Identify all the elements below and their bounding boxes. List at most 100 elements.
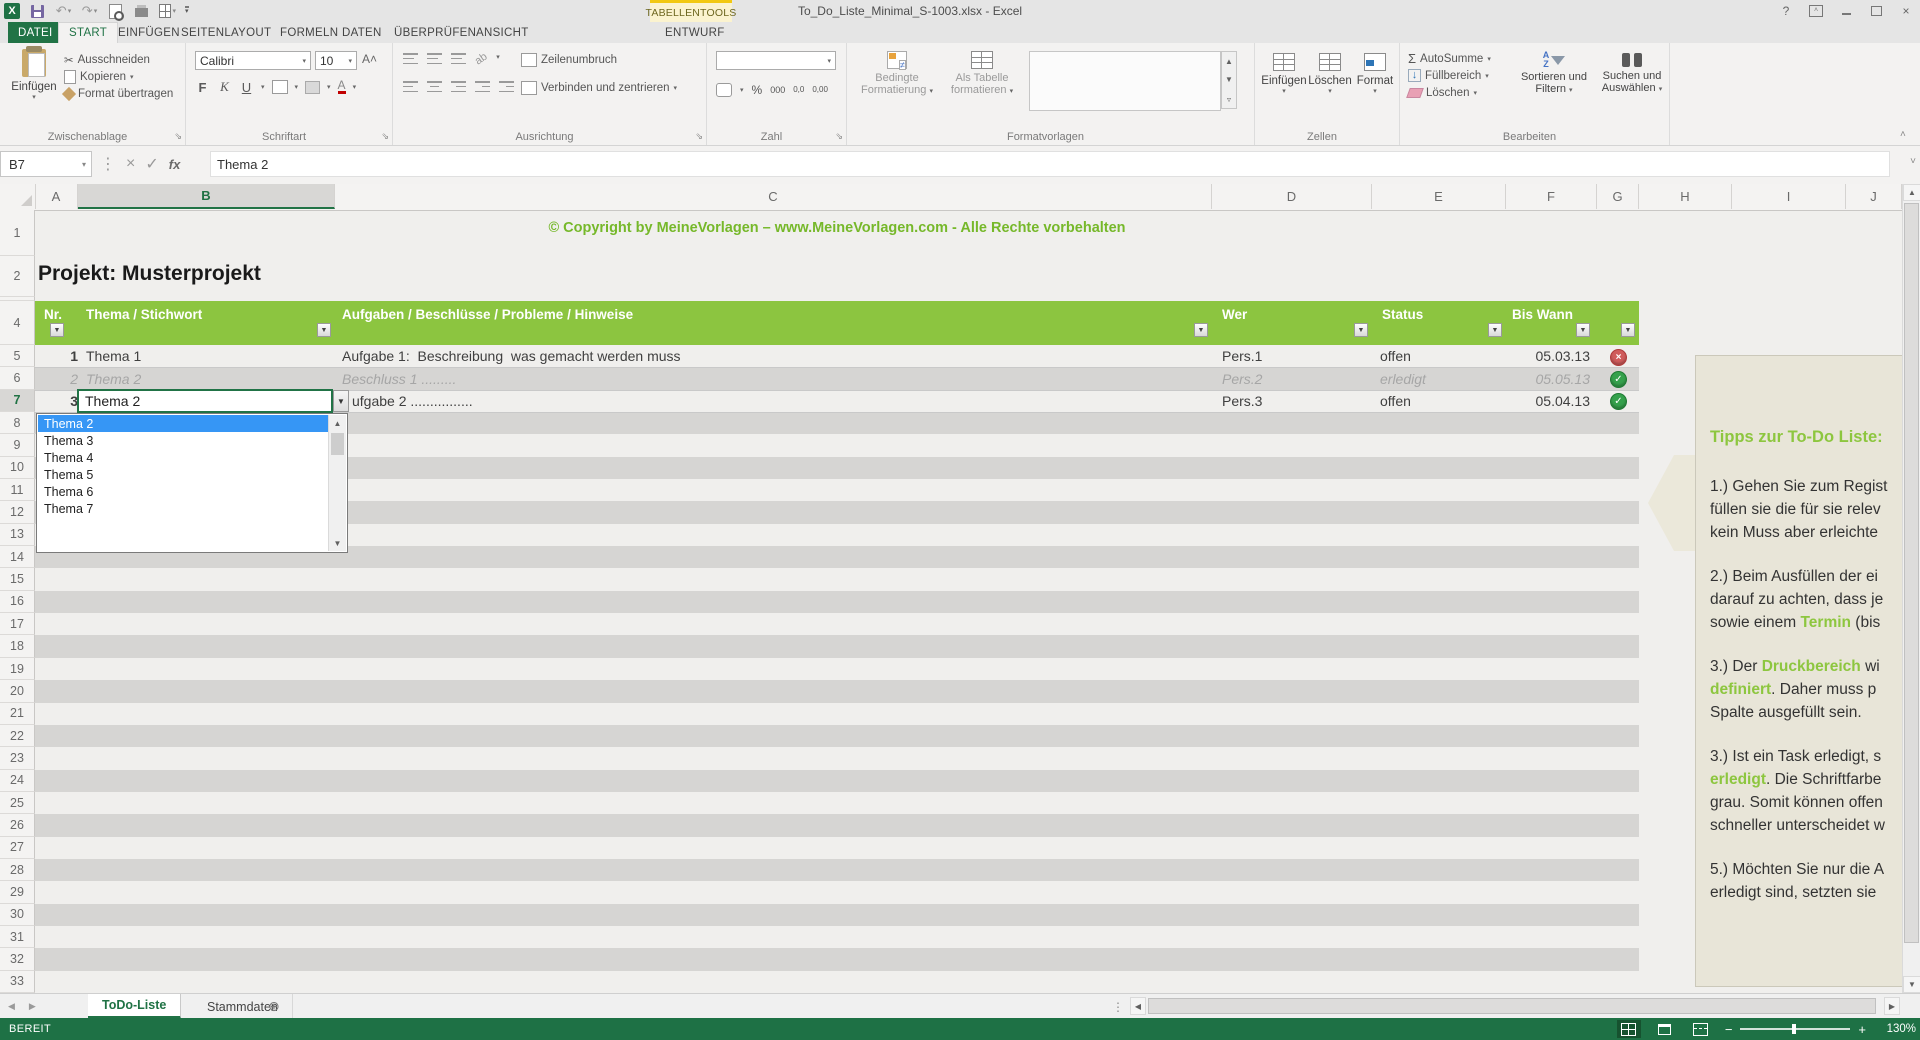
normal-view-icon[interactable] xyxy=(1616,1020,1641,1038)
format-painter-button[interactable]: Format übertragen xyxy=(61,85,173,102)
row-header-33[interactable]: 33 xyxy=(0,970,35,993)
row-header-29[interactable]: 29 xyxy=(0,881,35,904)
zoom-in-icon[interactable]: + xyxy=(1858,1022,1866,1037)
wrap-text-button[interactable]: Zeilenumbruch xyxy=(521,51,617,68)
tab-seitenlayout[interactable]: SEITENLAYOUT xyxy=(171,22,281,43)
cell-b7-edit[interactable]: Thema 2 xyxy=(77,389,333,413)
name-box-caret-icon[interactable]: ▾ xyxy=(82,160,86,169)
filter-icon[interactable]: ▼ xyxy=(50,323,64,337)
decrease-indent-icon[interactable] xyxy=(475,81,490,92)
align-center-icon[interactable] xyxy=(427,81,442,92)
cell-aufgabe[interactable]: Beschluss 1 ......... xyxy=(342,367,1202,389)
column-header-e[interactable]: E xyxy=(1372,184,1506,209)
redo-icon[interactable]: ↷ ▾ xyxy=(81,3,98,19)
row-header-30[interactable]: 30 xyxy=(0,903,35,926)
row-header-32[interactable]: 32 xyxy=(0,948,35,971)
scroll-up-icon[interactable]: ▲ xyxy=(1903,184,1920,201)
scroll-down-icon[interactable]: ▼ xyxy=(1903,976,1920,993)
column-header-h[interactable]: H xyxy=(1639,184,1732,209)
filter-icon[interactable]: ▼ xyxy=(1488,323,1502,337)
dropdown-item[interactable]: Thema 2 xyxy=(38,415,332,432)
align-right-icon[interactable] xyxy=(451,81,466,92)
tab-datei[interactable]: DATEI xyxy=(8,22,63,43)
filter-icon[interactable]: ▼ xyxy=(1194,323,1208,337)
dropdown-scrollbar[interactable]: ▲ ▼ xyxy=(328,415,346,551)
close-icon[interactable]: × xyxy=(1898,3,1914,19)
row-header-2[interactable]: 2 xyxy=(0,256,35,297)
insert-cells-button[interactable]: Einfügen ▾ xyxy=(1261,53,1307,95)
styles-scroll-down-icon[interactable]: ▼ xyxy=(1222,70,1236,88)
format-cells-button[interactable]: Format ▾ xyxy=(1353,53,1397,95)
row-header-19[interactable]: 19 xyxy=(0,657,35,681)
cell-styles-gallery[interactable] xyxy=(1029,51,1221,111)
filter-icon[interactable]: ▼ xyxy=(1576,323,1590,337)
bold-button[interactable]: F xyxy=(195,80,210,95)
row-header-23[interactable]: 23 xyxy=(0,747,35,770)
row-header-16[interactable]: 16 xyxy=(0,590,35,614)
row-header-18[interactable]: 18 xyxy=(0,635,35,658)
borders-grid-icon[interactable]: ▾ xyxy=(159,3,176,19)
clear-button[interactable]: Löschen ▾ xyxy=(1406,84,1491,101)
horizontal-scrollbar[interactable]: ◀ ▶ xyxy=(1130,997,1900,1015)
row-header-15[interactable]: 15 xyxy=(0,568,35,591)
column-header-d[interactable]: D xyxy=(1212,184,1372,209)
zoom-thumb[interactable] xyxy=(1792,1024,1797,1034)
sheet-tab-todo-liste[interactable]: ToDo-Liste xyxy=(88,994,182,1019)
tab-strip-dots-icon[interactable]: ⋮ xyxy=(1112,994,1124,1019)
dropdown-item[interactable]: Thema 5 xyxy=(38,466,332,483)
cell-status[interactable]: erledigt xyxy=(1380,367,1500,389)
restore-icon[interactable] xyxy=(1868,3,1885,19)
cell-wer[interactable]: Pers.3 xyxy=(1222,390,1362,412)
conditional-formatting-button[interactable]: Bedingte Formatierung ▾ xyxy=(857,51,937,96)
row-header-11[interactable]: 11 xyxy=(0,479,35,502)
font-family-combo[interactable]: Calibri ▾ xyxy=(195,51,311,70)
row-header-20[interactable]: 20 xyxy=(0,680,35,703)
dropdown-item[interactable]: Thema 6 xyxy=(38,483,332,500)
clipboard-dialog-launcher-icon[interactable]: ⇘ xyxy=(174,131,182,142)
zoom-slider[interactable]: − + xyxy=(1725,1022,1866,1037)
row-header-28[interactable]: 28 xyxy=(0,858,35,882)
font-size-combo[interactable]: 10 ▾ xyxy=(315,51,357,70)
cell-datum[interactable]: 05.04.13 xyxy=(1495,390,1591,412)
row-header-25[interactable]: 25 xyxy=(0,791,35,815)
cancel-entry-icon[interactable]: × xyxy=(126,155,135,173)
align-middle-icon[interactable] xyxy=(427,53,442,64)
dropdown-scroll-down-icon[interactable]: ▼ xyxy=(329,535,346,551)
row-header-4[interactable]: 4 xyxy=(0,301,35,345)
dropdown-item[interactable]: Thema 4 xyxy=(38,449,332,466)
cell-thema[interactable]: Thema 1 xyxy=(86,345,332,367)
copy-button[interactable]: Kopieren ▾ xyxy=(64,68,173,85)
fill-button[interactable]: ↓ Füllbereich ▾ xyxy=(1408,67,1491,84)
accounting-format-icon[interactable] xyxy=(716,82,732,97)
font-dialog-launcher-icon[interactable]: ⇘ xyxy=(381,131,389,142)
column-header-b[interactable]: B xyxy=(78,184,335,209)
cell-aufgabe[interactable]: Aufgabe 1: Beschreibung was gemacht werd… xyxy=(342,345,1202,367)
new-sheet-icon[interactable]: ⊕ xyxy=(268,994,280,1019)
cell-datum[interactable]: 05.05.13 xyxy=(1495,367,1591,389)
cell-datum[interactable]: 05.03.13 xyxy=(1495,345,1591,367)
filter-icon[interactable]: ▼ xyxy=(1621,323,1635,337)
page-layout-view-icon[interactable] xyxy=(1653,1020,1677,1038)
filter-icon[interactable]: ▼ xyxy=(1354,323,1368,337)
row-header-22[interactable]: 22 xyxy=(0,724,35,748)
grow-font-icon[interactable]: A˄ xyxy=(362,52,377,66)
row-header-26[interactable]: 26 xyxy=(0,814,35,837)
styles-more-icon[interactable]: ▿ xyxy=(1222,90,1236,108)
horizontal-scroll-thumb[interactable] xyxy=(1148,998,1876,1014)
fill-color-icon[interactable] xyxy=(305,80,321,94)
autosum-button[interactable]: Σ AutoSumme ▾ xyxy=(1408,50,1491,67)
cell-aufgabe[interactable]: ufgabe 2 ................ xyxy=(352,390,1212,412)
ribbon-display-options-icon[interactable]: ˄ xyxy=(1808,3,1824,19)
increase-decimal-icon[interactable]: 0,0 xyxy=(793,85,804,94)
dropdown-scroll-thumb[interactable] xyxy=(331,433,344,455)
cell-thema[interactable]: Thema 2 xyxy=(86,367,332,389)
cell-nr[interactable]: 2 xyxy=(35,367,78,389)
borders-icon[interactable] xyxy=(271,80,288,94)
merge-center-button[interactable]: Verbinden und zentrieren ▾ xyxy=(521,79,677,96)
column-header-g[interactable]: G xyxy=(1597,184,1639,209)
column-header-c[interactable]: C xyxy=(335,184,1212,209)
row-header-14[interactable]: 14 xyxy=(0,546,35,569)
delete-cells-button[interactable]: Löschen ▾ xyxy=(1307,53,1353,95)
page-break-view-icon[interactable] xyxy=(1689,1020,1713,1038)
sheet-nav-right-icon[interactable]: ▶ xyxy=(29,1001,36,1012)
